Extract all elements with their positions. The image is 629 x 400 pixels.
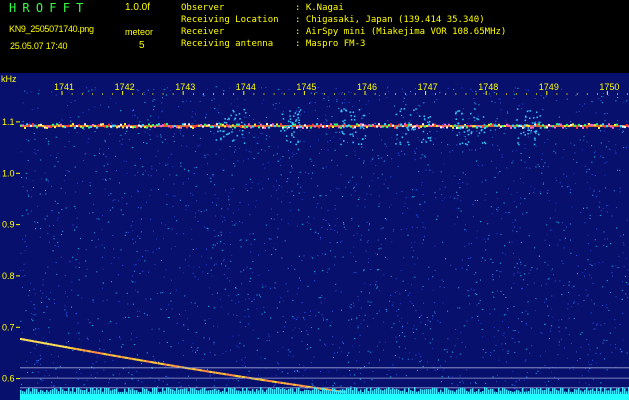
info-key: Receiving antenna [181,39,274,49]
x-tick-label: 1742 [115,82,135,92]
x-tick-label: 1747 [418,82,438,92]
info-value: : K.Nagai [295,3,344,13]
meteor-count-label: meteor [125,27,154,37]
x-tick-label: 1746 [357,82,377,92]
x-tick-label: 1744 [236,82,256,92]
app-brand: HROFFT [9,1,90,15]
info-key: Observer [181,3,225,13]
y-tick-label: 0.7 [2,322,15,332]
x-tick-label: 1749 [539,82,559,92]
y-tick-label: 0.8 [2,271,15,281]
y-unit-label: kHz [1,74,17,84]
y-tick-label: 1.0 [2,168,15,178]
spectrogram-plot: 1741 1742 1743 1744 1745 1746 1747 1748 1749 1750… [0,73,629,400]
y-tick-label: 1.1 [2,117,15,127]
x-tick-label: 1748 [478,82,498,92]
x-tick-label: 1741 [54,82,74,92]
info-value: : Maspro FM-3 [295,39,366,49]
y-tick-label: 0.9 [2,220,15,230]
info-key: Receiving Location [181,15,279,25]
capture-datetime: 25.05.07 17:40 [10,41,68,51]
info-value: : AirSpy mini (Miakejima VOR 108.65MHz) [295,27,507,37]
meteor-count-value: 5 [139,40,145,51]
header-panel: HROFFT 1.0.0f KN9_2505071740.png meteor … [0,0,629,73]
y-tick-label: 0.6 [2,374,15,384]
info-value: : Chigasaki, Japan (139.414 35.340) [295,15,485,25]
x-tick-label: 1743 [175,82,195,92]
app-version: 1.0.0f [125,2,151,13]
x-tick-label: 1745 [296,82,316,92]
info-key: Receiver [181,27,225,37]
x-tick-label: 1750 [599,82,619,92]
spectrogram-panel: 1741 1742 1743 1744 1745 1746 1747 1748 1749 1750… [0,73,629,400]
spectrogram-background [0,73,629,400]
file-name: KN9_2505071740.png [9,24,94,34]
